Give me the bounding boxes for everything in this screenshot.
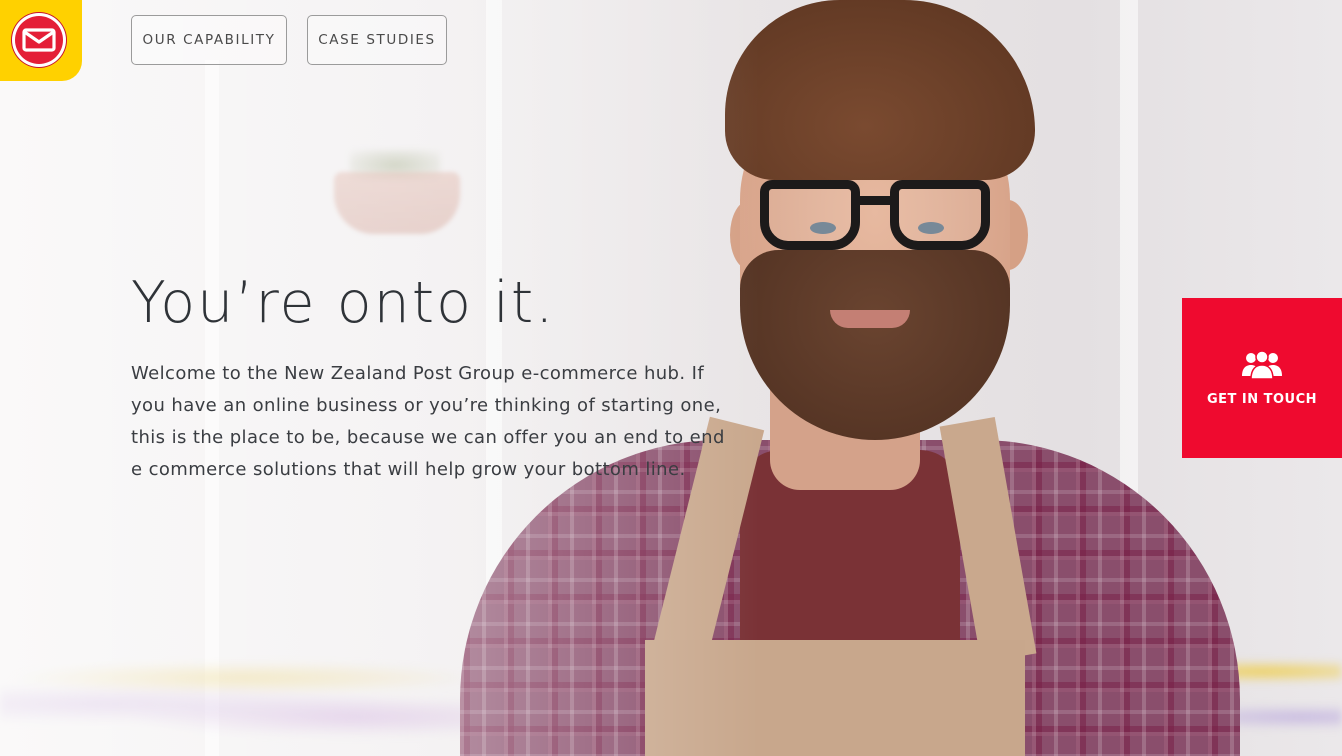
nav-case-studies-button[interactable]: CASE STUDIES [307, 15, 447, 65]
page: OUR CAPABILITY CASE STUDIES You’re onto … [0, 0, 1342, 756]
get-in-touch-label: GET IN TOUCH [1206, 391, 1318, 407]
nav-our-capability-button[interactable]: OUR CAPABILITY [131, 15, 287, 65]
glasses-lens [890, 180, 990, 250]
hero-description: Welcome to the New Zealand Post Group e-… [131, 363, 725, 480]
people-group-icon [1242, 349, 1282, 380]
glasses [740, 180, 1010, 260]
hero-title: You’re onto it. [131, 270, 556, 336]
glasses-lens [760, 180, 860, 250]
get-in-touch-button[interactable]: GET IN TOUCH [1182, 298, 1342, 458]
glasses-bridge [858, 196, 894, 205]
mouth [830, 310, 910, 328]
envelope-icon [12, 13, 66, 67]
envelope-icon-glyph [22, 28, 56, 52]
logo-link[interactable] [0, 0, 82, 81]
hair [725, 0, 1035, 180]
